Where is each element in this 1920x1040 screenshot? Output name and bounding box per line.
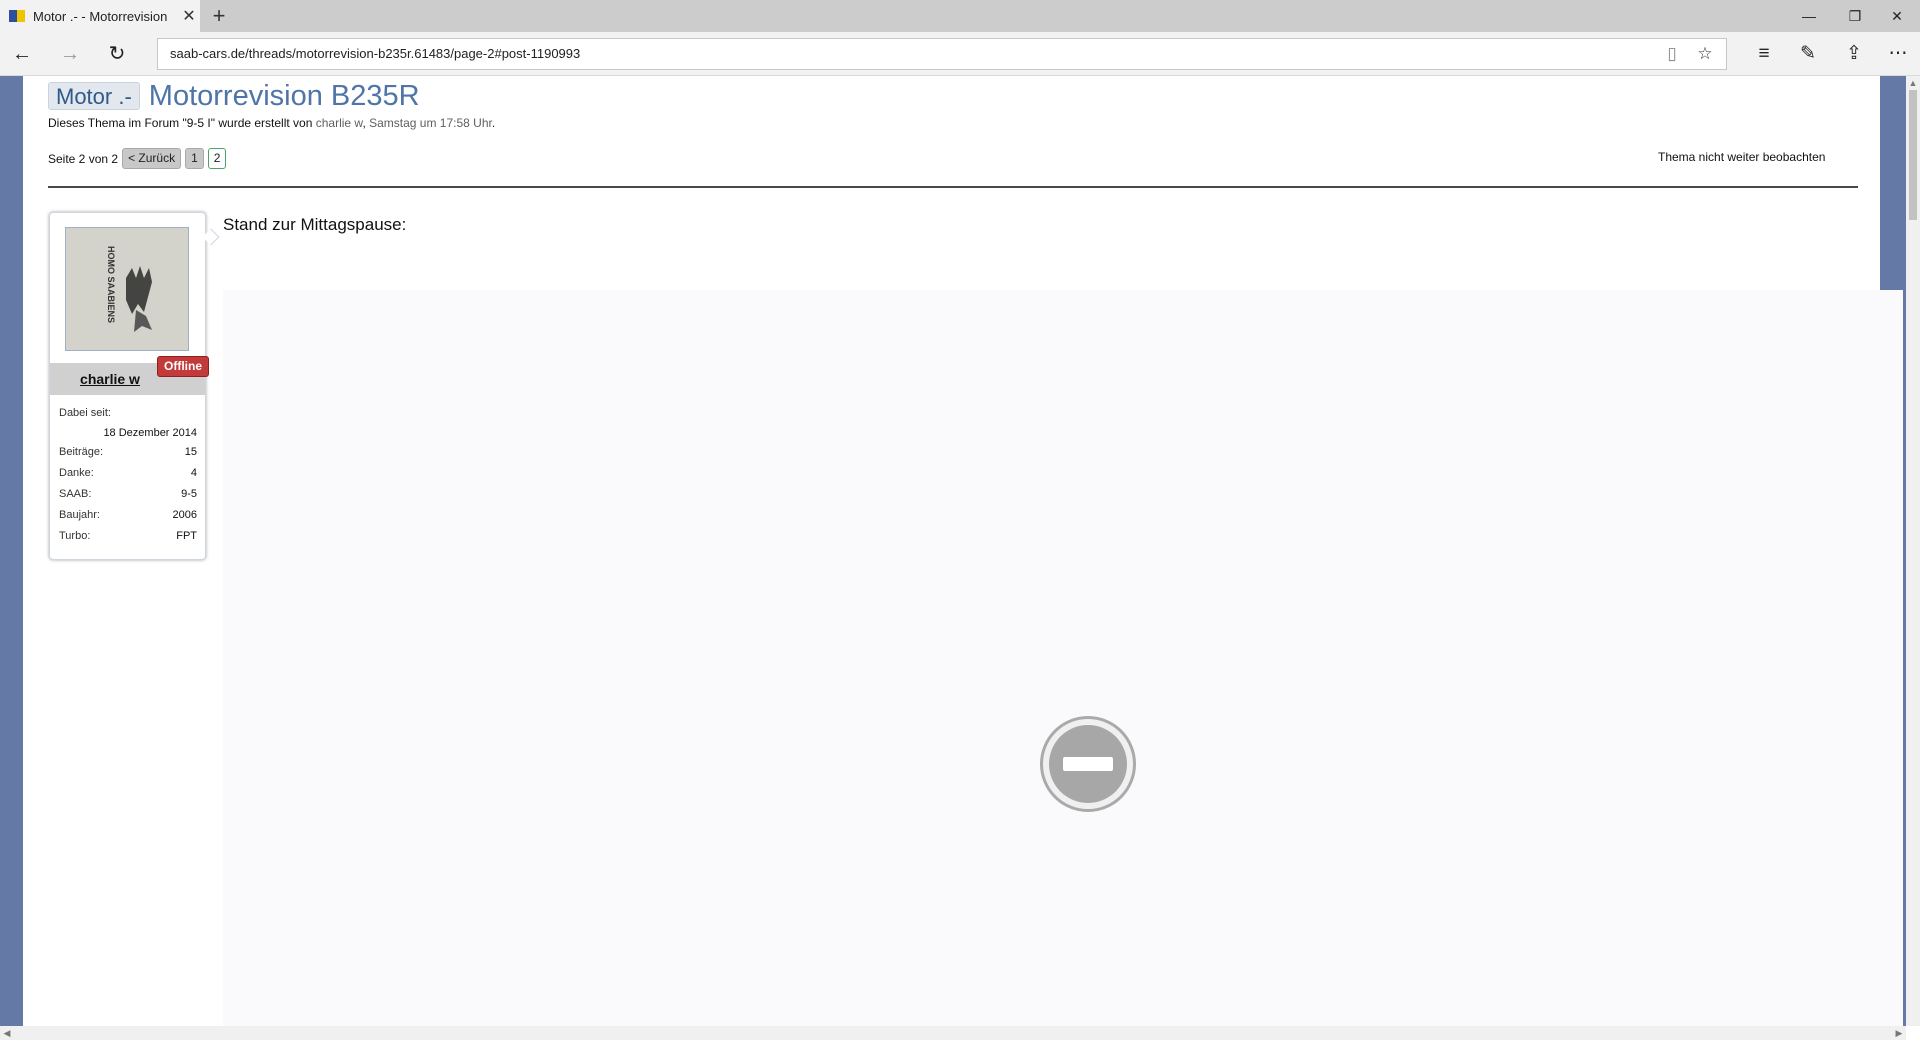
more-icon[interactable]: ⋯ [1876,32,1920,76]
unwatch-thread-link[interactable]: Thema nicht weiter beobachten [1658,150,1825,164]
page-2-button[interactable]: 2 [207,148,227,169]
tab-title: Motor .- - Motorrevision [33,8,168,24]
avatar-image: HOMO SAABIENS [66,228,188,350]
horizontal-scrollbar[interactable]: ◀ ▶ [0,1026,1906,1040]
share-icon[interactable]: ⇪ [1832,32,1876,76]
blocked-media-area [223,290,1903,1026]
browser-toolbar: ← → ↻ saab-cars.de/threads/motorrevision… [0,32,1920,76]
page-label: Seite 2 von 2 [48,151,119,166]
minimize-icon[interactable]: — [1786,0,1832,32]
restore-icon[interactable]: ❐ [1832,0,1878,32]
thread-title-row: Motor .- Motorrevision B235R [48,78,420,114]
avatar[interactable]: HOMO SAABIENS [65,227,189,351]
stat-value: 9-5 [181,488,197,500]
stat-label: Baujahr: [59,509,100,521]
stat-row: Beiträge: 15 [59,442,197,463]
card-pointer [202,228,220,246]
scroll-left-icon[interactable]: ◀ [0,1026,14,1040]
stat-row: SAAB: 9-5 [59,484,197,505]
page-navigation: Seite 2 von 2 < Zurück 1 2 [48,148,227,169]
meta-text-1: Dieses Thema im Forum " [48,116,187,130]
avatar-lettering: HOMO SAABIENS [106,246,116,323]
stat-value: 4 [190,467,197,479]
stat-label: Turbo: [59,530,91,542]
stat-row: Turbo: FPT [59,526,197,547]
stat-label: Danke: [59,467,94,479]
url-text: saab-cars.de/threads/motorrevision-b235r… [170,46,581,61]
saab-favicon-icon [9,9,25,23]
web-note-icon[interactable]: ✎ [1786,32,1830,76]
user-card: HOMO SAABIENS charlie w Offline Dabei se… [49,212,220,560]
favorite-star-icon[interactable]: ☆ [1691,39,1719,69]
scroll-thumb[interactable] [1909,90,1917,220]
thread-prefix[interactable]: Motor .- [48,82,140,110]
user-stats: Dabei seit: 18 Dezember 2014 Beiträge: 1… [59,403,197,547]
author-link[interactable]: charlie w [316,116,363,130]
reading-view-icon[interactable]: ▯ [1658,39,1686,69]
browser-tab[interactable]: Motor .- - Motorrevision ✕ [0,0,200,32]
scroll-up-icon[interactable]: ▲ [1906,76,1920,90]
back-icon[interactable]: ← [2,32,42,76]
stat-label: Beiträge: [59,446,104,458]
previous-page-button[interactable]: < Zurück [122,148,182,169]
stat-row-since: Dabei seit: [59,403,197,424]
username-link[interactable]: charlie w [50,371,170,387]
forum-link[interactable]: 9-5 I [187,116,211,130]
vertical-scrollbar[interactable]: ▲ [1906,76,1920,1026]
page-1-button[interactable]: 1 [185,148,204,169]
stat-row: Danke: 4 [59,463,197,484]
left-side-border [0,76,23,1026]
header-divider [48,186,1858,188]
thread-meta: Dieses Thema im Forum "9-5 I" wurde erst… [48,116,495,130]
date-link[interactable]: Samstag um 17:58 Uhr [369,116,492,130]
tab-bar: Motor .- - Motorrevision ✕ + — ❐ ✕ [0,0,1920,32]
stat-label: Dabei seit: [59,407,111,419]
stat-row: Baujahr: 2006 [59,505,197,526]
stat-value-since: 18 Dezember 2014 [103,427,197,439]
page-viewport: Motor .- Motorrevision B235R Dieses Them… [0,76,1920,1040]
forward-icon[interactable]: → [50,32,90,76]
stat-label: SAAB: [59,488,92,500]
address-bar[interactable]: saab-cars.de/threads/motorrevision-b235r… [157,38,1727,70]
new-tab-icon[interactable]: + [204,0,234,32]
meta-text-2: " wurde erstellt von [210,116,316,130]
meta-end: . [491,116,496,130]
stat-value: 2006 [172,509,197,521]
hub-icon[interactable]: ≡ [1742,32,1786,76]
close-window-icon[interactable]: ✕ [1874,0,1920,32]
offline-status-badge: Offline [157,356,209,377]
stat-value: FPT [176,530,197,542]
blocked-content-icon [1040,716,1136,812]
page-content: Motor .- Motorrevision B235R Dieses Them… [23,76,1903,1026]
thread-title: Motorrevision B235R [148,79,420,112]
post-message-text: Stand zur Mittagspause: [223,215,407,234]
scroll-right-icon[interactable]: ▶ [1892,1026,1906,1040]
refresh-icon[interactable]: ↻ [97,32,137,76]
close-tab-icon[interactable]: ✕ [178,6,200,26]
stat-value: 15 [184,446,197,458]
